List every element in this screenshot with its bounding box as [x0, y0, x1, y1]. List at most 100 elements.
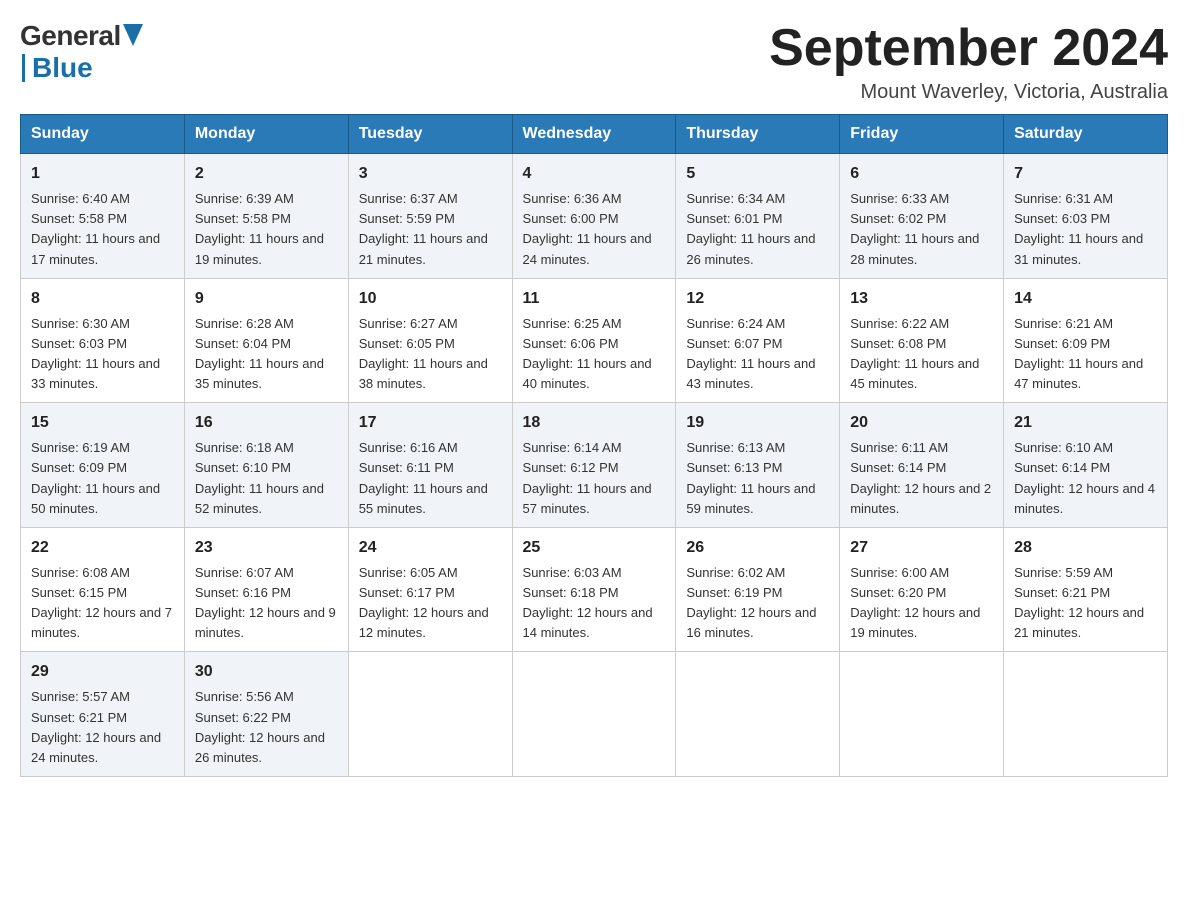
logo: General Blue [20, 20, 143, 84]
day-info: Sunrise: 6:03 AMSunset: 6:18 PMDaylight:… [523, 563, 666, 644]
week-row-2: 8Sunrise: 6:30 AMSunset: 6:03 PMDaylight… [21, 278, 1168, 403]
day-info: Sunrise: 6:34 AMSunset: 6:01 PMDaylight:… [686, 189, 829, 270]
day-info: Sunrise: 6:00 AMSunset: 6:20 PMDaylight:… [850, 563, 993, 644]
calendar-cell: 14 Sunrise: 6:21 AMSunset: 6:09 PMDayligh… [1004, 278, 1168, 403]
calendar-cell: 25 Sunrise: 6:03 AMSunset: 6:18 PMDayligh… [512, 527, 676, 652]
day-info: Sunrise: 5:56 AMSunset: 6:22 PMDaylight:… [195, 687, 338, 768]
week-row-3: 15Sunrise: 6:19 AMSunset: 6:09 PMDayligh… [21, 403, 1168, 528]
day-info: Sunrise: 6:33 AMSunset: 6:02 PMDaylight:… [850, 189, 993, 270]
calendar-cell: 12 Sunrise: 6:24 AMSunset: 6:07 PMDayligh… [676, 278, 840, 403]
day-info: Sunrise: 6:11 AMSunset: 6:14 PMDaylight:… [850, 438, 993, 519]
calendar-cell: 9Sunrise: 6:28 AMSunset: 6:04 PMDaylight… [184, 278, 348, 403]
day-number: 25 [523, 536, 666, 560]
location-subtitle: Mount Waverley, Victoria, Australia [769, 81, 1168, 104]
header-day-sunday: Sunday [21, 115, 185, 154]
day-number: 20 [850, 411, 993, 435]
calendar-cell [348, 652, 512, 777]
calendar-cell: 28 Sunrise: 5:59 AMSunset: 6:21 PMDayligh… [1004, 527, 1168, 652]
day-number: 2 [195, 162, 338, 186]
day-number: 10 [359, 287, 502, 311]
day-info: Sunrise: 6:07 AMSunset: 6:16 PMDaylight:… [195, 563, 338, 644]
calendar-cell: 21Sunrise: 6:10 AMSunset: 6:14 PMDayligh… [1004, 403, 1168, 528]
calendar-cell: 2 Sunrise: 6:39 AMSunset: 5:58 PMDaylight… [184, 154, 348, 279]
day-number: 17 [359, 411, 502, 435]
day-info: Sunrise: 6:36 AMSunset: 6:00 PMDaylight:… [523, 189, 666, 270]
day-number: 29 [31, 660, 174, 684]
day-info: Sunrise: 6:28 AMSunset: 6:04 PMDaylight:… [195, 314, 338, 395]
header-day-thursday: Thursday [676, 115, 840, 154]
calendar-cell: 6Sunrise: 6:33 AMSunset: 6:02 PMDaylight… [840, 154, 1004, 279]
day-info: Sunrise: 5:59 AMSunset: 6:21 PMDaylight:… [1014, 563, 1157, 644]
calendar-cell [676, 652, 840, 777]
day-number: 3 [359, 162, 502, 186]
day-number: 30 [195, 660, 338, 684]
calendar-cell: 18Sunrise: 6:14 AMSunset: 6:12 PMDayligh… [512, 403, 676, 528]
calendar-cell [1004, 652, 1168, 777]
calendar-cell: 26 Sunrise: 6:02 AMSunset: 6:19 PMDayligh… [676, 527, 840, 652]
calendar-cell: 29 Sunrise: 5:57 AMSunset: 6:21 PMDayligh… [21, 652, 185, 777]
day-number: 19 [686, 411, 829, 435]
day-number: 4 [523, 162, 666, 186]
logo-blue-text: Blue [32, 52, 93, 84]
calendar-cell: 1Sunrise: 6:40 AMSunset: 5:58 PMDaylight… [21, 154, 185, 279]
day-info: Sunrise: 5:57 AMSunset: 6:21 PMDaylight:… [31, 687, 174, 768]
logo-general-text: General [20, 20, 121, 52]
logo-bottom: Blue [22, 52, 93, 84]
calendar-cell: 24Sunrise: 6:05 AMSunset: 6:17 PMDayligh… [348, 527, 512, 652]
day-info: Sunrise: 6:21 AMSunset: 6:09 PMDaylight:… [1014, 314, 1157, 395]
page-header: General Blue September 2024 Mount Waverl… [20, 20, 1168, 104]
day-info: Sunrise: 6:02 AMSunset: 6:19 PMDaylight:… [686, 563, 829, 644]
calendar-cell: 23 Sunrise: 6:07 AMSunset: 6:16 PMDayligh… [184, 527, 348, 652]
header-day-tuesday: Tuesday [348, 115, 512, 154]
calendar-cell [512, 652, 676, 777]
header-day-saturday: Saturday [1004, 115, 1168, 154]
calendar-cell [840, 652, 1004, 777]
calendar-cell: 10 Sunrise: 6:27 AMSunset: 6:05 PMDayligh… [348, 278, 512, 403]
calendar-cell: 16Sunrise: 6:18 AMSunset: 6:10 PMDayligh… [184, 403, 348, 528]
day-info: Sunrise: 6:08 AMSunset: 6:15 PMDaylight:… [31, 563, 174, 644]
day-number: 21 [1014, 411, 1157, 435]
calendar-cell: 19 Sunrise: 6:13 AMSunset: 6:13 PMDayligh… [676, 403, 840, 528]
day-number: 14 [1014, 287, 1157, 311]
day-info: Sunrise: 6:13 AMSunset: 6:13 PMDaylight:… [686, 438, 829, 519]
calendar-cell: 11Sunrise: 6:25 AMSunset: 6:06 PMDayligh… [512, 278, 676, 403]
day-info: Sunrise: 6:24 AMSunset: 6:07 PMDaylight:… [686, 314, 829, 395]
day-number: 26 [686, 536, 829, 560]
calendar-cell: 20 Sunrise: 6:11 AMSunset: 6:14 PMDayligh… [840, 403, 1004, 528]
calendar-cell: 8Sunrise: 6:30 AMSunset: 6:03 PMDaylight… [21, 278, 185, 403]
day-number: 5 [686, 162, 829, 186]
calendar-body: 1Sunrise: 6:40 AMSunset: 5:58 PMDaylight… [21, 154, 1168, 777]
logo-bar [22, 54, 25, 82]
logo-arrow-icon [123, 24, 143, 51]
day-number: 1 [31, 162, 174, 186]
week-row-1: 1Sunrise: 6:40 AMSunset: 5:58 PMDaylight… [21, 154, 1168, 279]
day-number: 18 [523, 411, 666, 435]
day-info: Sunrise: 6:27 AMSunset: 6:05 PMDaylight:… [359, 314, 502, 395]
day-number: 13 [850, 287, 993, 311]
day-number: 27 [850, 536, 993, 560]
calendar-cell: 22 Sunrise: 6:08 AMSunset: 6:15 PMDayligh… [21, 527, 185, 652]
logo-top: General [20, 20, 143, 52]
calendar-cell: 4 Sunrise: 6:36 AMSunset: 6:00 PMDaylight… [512, 154, 676, 279]
day-info: Sunrise: 6:18 AMSunset: 6:10 PMDaylight:… [195, 438, 338, 519]
day-number: 15 [31, 411, 174, 435]
calendar-cell: 30 Sunrise: 5:56 AMSunset: 6:22 PMDayligh… [184, 652, 348, 777]
day-info: Sunrise: 6:16 AMSunset: 6:11 PMDaylight:… [359, 438, 502, 519]
calendar-cell: 27 Sunrise: 6:00 AMSunset: 6:20 PMDayligh… [840, 527, 1004, 652]
week-row-5: 29 Sunrise: 5:57 AMSunset: 6:21 PMDayligh… [21, 652, 1168, 777]
header-day-friday: Friday [840, 115, 1004, 154]
header-day-monday: Monday [184, 115, 348, 154]
title-block: September 2024 Mount Waverley, Victoria,… [769, 20, 1168, 104]
calendar-cell: 17 Sunrise: 6:16 AMSunset: 6:11 PMDayligh… [348, 403, 512, 528]
day-number: 12 [686, 287, 829, 311]
day-number: 23 [195, 536, 338, 560]
calendar-table: SundayMondayTuesdayWednesdayThursdayFrid… [20, 114, 1168, 777]
day-number: 22 [31, 536, 174, 560]
day-info: Sunrise: 6:39 AMSunset: 5:58 PMDaylight:… [195, 189, 338, 270]
day-info: Sunrise: 6:37 AMSunset: 5:59 PMDaylight:… [359, 189, 502, 270]
day-number: 24 [359, 536, 502, 560]
week-row-4: 22 Sunrise: 6:08 AMSunset: 6:15 PMDayligh… [21, 527, 1168, 652]
day-number: 28 [1014, 536, 1157, 560]
day-info: Sunrise: 6:25 AMSunset: 6:06 PMDaylight:… [523, 314, 666, 395]
header-day-wednesday: Wednesday [512, 115, 676, 154]
